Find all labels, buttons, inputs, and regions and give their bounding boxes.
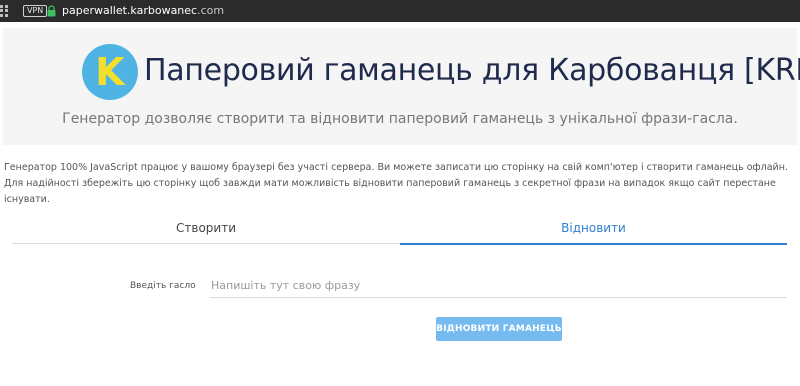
- tab-bar: Створити Відновити: [12, 212, 787, 245]
- passphrase-label: Введіть гасло: [130, 281, 196, 291]
- karbowanec-logo: K: [82, 44, 138, 100]
- url-text[interactable]: paperwallet.karbowanec.com: [62, 4, 224, 18]
- restore-wallet-button[interactable]: ВІДНОВИТИ ГАМАНЕЦЬ: [436, 317, 562, 341]
- page-title: Паперовий гаманець для Карбованця [KRB]: [144, 53, 800, 88]
- hero-header: K Паперовий гаманець для Карбованця [KRB…: [3, 28, 800, 145]
- apps-grid-icon[interactable]: [0, 5, 8, 17]
- lock-icon: [47, 5, 56, 17]
- info-paragraph: Генератор 100% JavaScript працює у вашом…: [4, 162, 788, 205]
- vpn-badge[interactable]: VPN: [23, 5, 48, 17]
- url-host: paperwallet.karbowanec: [62, 4, 198, 17]
- tab-restore[interactable]: Відновити: [400, 212, 787, 245]
- url-tld: .com: [197, 4, 225, 17]
- tab-create[interactable]: Створити: [12, 212, 400, 244]
- logo-letter: K: [95, 50, 125, 94]
- browser-address-bar: VPN paperwallet.karbowanec.com: [0, 0, 800, 22]
- passphrase-input[interactable]: [210, 274, 787, 298]
- page-subtitle: Генератор дозволяє створити та відновити…: [62, 111, 738, 127]
